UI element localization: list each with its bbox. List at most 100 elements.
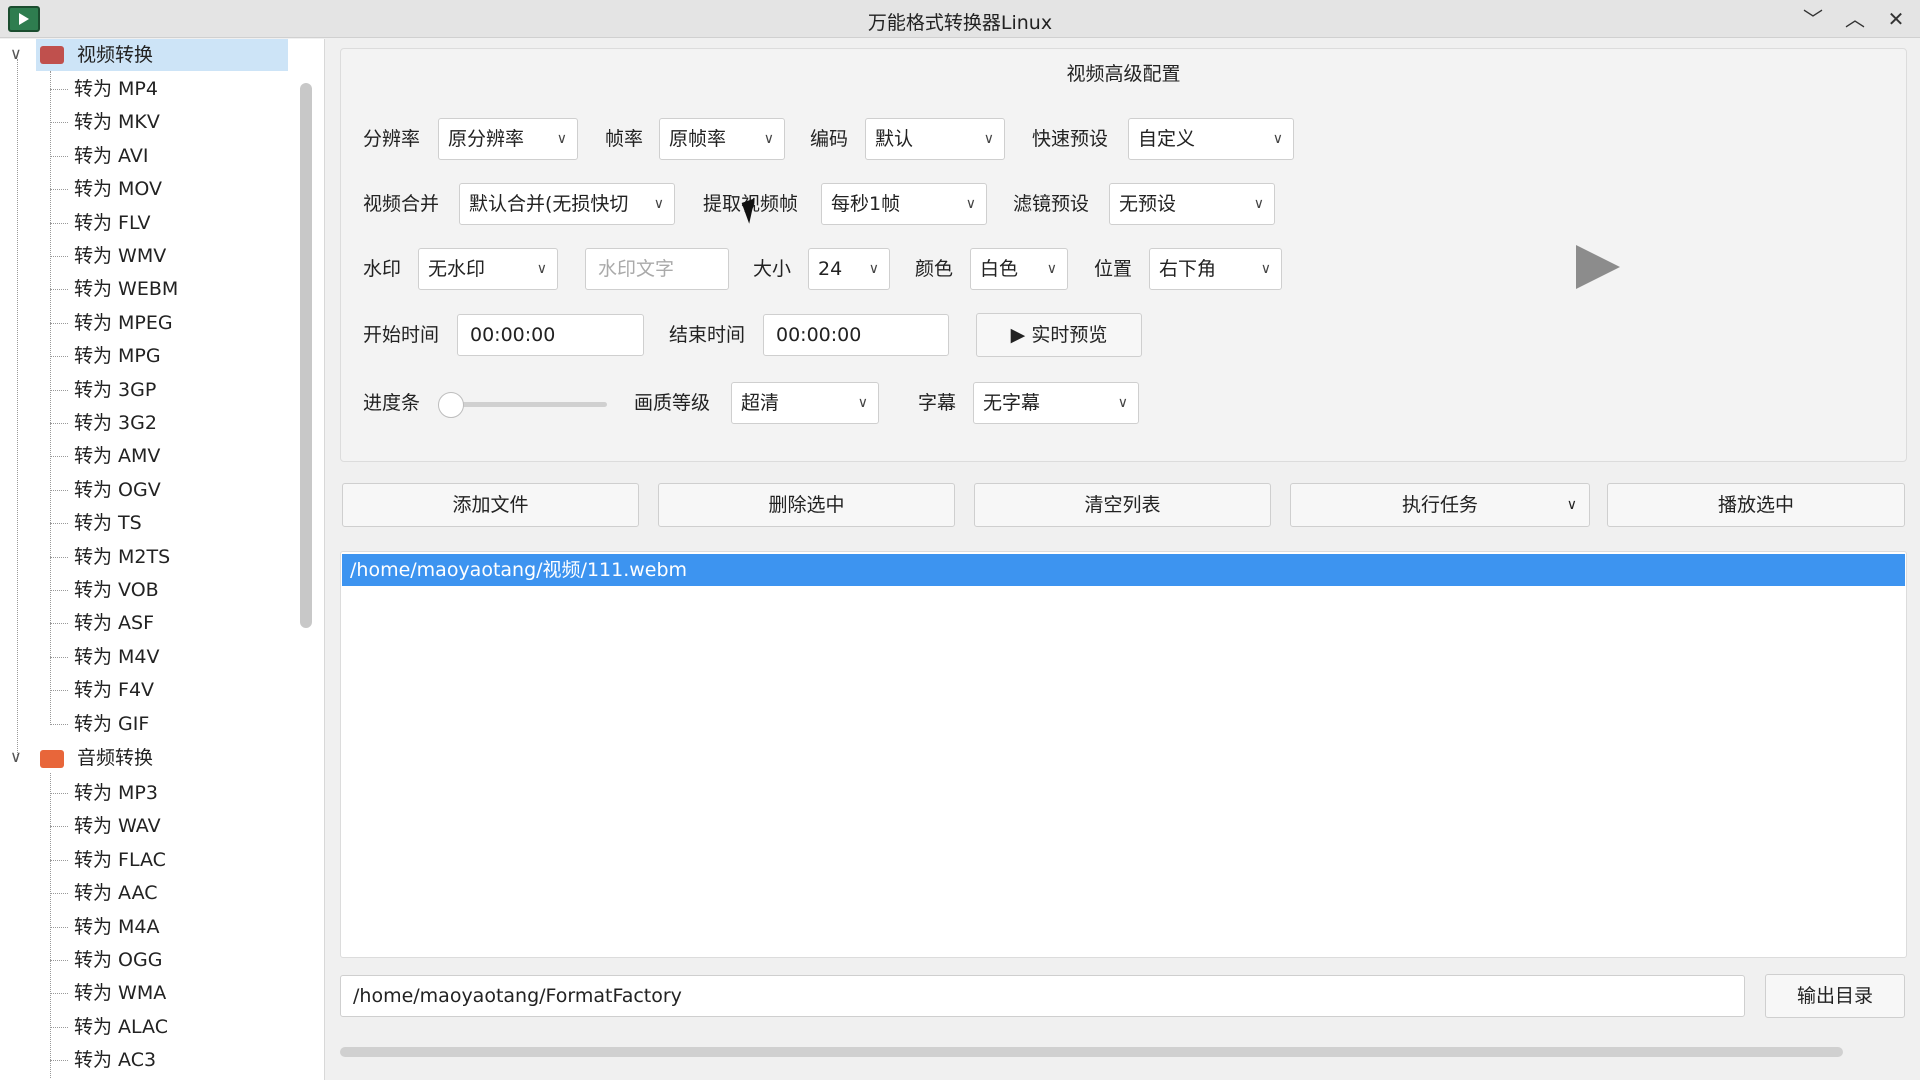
chevron-down-icon[interactable]: ∨ [10, 44, 22, 63]
output-path-input[interactable]: /home/maoyaotang/FormatFactory [340, 975, 1745, 1017]
chevron-down-icon: ∨ [763, 131, 774, 147]
progress-slider[interactable] [445, 402, 607, 407]
live-preview-button[interactable]: ▶ 实时预览 [976, 313, 1142, 357]
tree-line [50, 356, 68, 358]
watermark-text-input[interactable]: 水印文字 [585, 248, 729, 290]
list-item[interactable]: /home/maoyaotang/视频/111.webm [342, 554, 1905, 586]
tree-item-format[interactable]: 转为 WMA [74, 977, 166, 1009]
filter-select[interactable]: 无预设 ∨ [1109, 183, 1275, 225]
merge-select[interactable]: 默认合并(无损快切 ∨ [459, 183, 675, 225]
maximize-icon[interactable]: ︿ [1841, 6, 1869, 32]
file-list[interactable]: /home/maoyaotang/视频/111.webm [340, 551, 1907, 958]
tree-item-format[interactable]: 转为 WAV [74, 810, 161, 842]
video-icon [40, 46, 64, 64]
resolution-select[interactable]: 原分辨率 ∨ [438, 118, 578, 160]
quality-select[interactable]: 超清 ∨ [731, 382, 879, 424]
tree-item-format[interactable]: 转为 MKV [74, 106, 160, 138]
play-icon[interactable] [1576, 245, 1620, 289]
tree-line [50, 690, 68, 692]
codec-value: 默认 [875, 128, 914, 150]
tree-item-format[interactable]: 转为 GIF [74, 708, 149, 740]
tree-item-format[interactable]: 转为 OGG [74, 944, 162, 976]
add-file-button[interactable]: 添加文件 [342, 483, 639, 527]
tree-line [50, 623, 68, 625]
merge-label: 视频合并 [363, 193, 440, 215]
tree-item-format[interactable]: 转为 MPEG [74, 307, 173, 339]
color-select[interactable]: 白色 ∨ [970, 248, 1068, 290]
config-title: 视频高级配置 [1066, 63, 1181, 85]
tree-item-format[interactable]: 转为 MOV [74, 173, 162, 205]
tree-category-audio[interactable]: 音频转换 [77, 742, 153, 774]
subtitle-select[interactable]: 无字幕 ∨ [973, 382, 1139, 424]
tree-item-format[interactable]: 转为 AVI [74, 140, 148, 172]
chevron-down-icon: ∨ [1260, 261, 1271, 277]
tree-item-format[interactable]: 转为 M4A [74, 911, 160, 943]
tree-item-format[interactable]: 转为 WEBM [74, 273, 178, 305]
chevron-down-icon: ∨ [857, 395, 868, 411]
position-select[interactable]: 右下角 ∨ [1149, 248, 1282, 290]
tree-item-format[interactable]: 转为 FLV [74, 207, 150, 239]
position-value: 右下角 [1159, 258, 1217, 280]
filter-value: 无预设 [1119, 193, 1177, 215]
color-label: 颜色 [915, 258, 954, 280]
end-time-input[interactable]: 00:00:00 [763, 314, 949, 356]
close-icon[interactable]: ✕ [1882, 6, 1910, 32]
tree-item-format[interactable]: 转为 MPG [74, 340, 161, 372]
tree-line [50, 89, 68, 90]
chevron-down-icon: ∨ [1117, 395, 1128, 411]
chevron-down-icon: ∨ [868, 261, 879, 277]
tree-item-format[interactable]: 转为 AC3 [74, 1044, 156, 1076]
tree-item-format[interactable]: 转为 3GP [74, 374, 156, 406]
chevron-down-icon[interactable]: ∨ [10, 747, 22, 766]
run-task-button[interactable]: 执行任务 ∨ [1290, 483, 1590, 527]
preset-value: 自定义 [1138, 128, 1196, 150]
output-dir-button[interactable]: 输出目录 [1765, 974, 1905, 1018]
tree-line [50, 256, 68, 257]
filter-label: 滤镜预设 [1013, 193, 1090, 215]
quality-value: 超清 [741, 392, 780, 414]
tree-line [50, 122, 68, 124]
tree-line [50, 556, 68, 558]
preset-select[interactable]: 自定义 ∨ [1128, 118, 1294, 160]
merge-value: 默认合并(无损快切 [469, 193, 629, 215]
chevron-down-icon: ∨ [965, 196, 976, 212]
play-selected-button[interactable]: 播放选中 [1607, 483, 1905, 527]
tree-item-format[interactable]: 转为 3G2 [74, 407, 157, 439]
window-title: 万能格式转换器Linux [867, 12, 1053, 34]
tree-category-video-label: 视频转换 [77, 44, 154, 66]
tree-item-format[interactable]: 转为 AAC [74, 877, 158, 909]
tree-item-format[interactable]: 转为 FLAC [74, 844, 166, 876]
tree-item-format[interactable]: 转为 OGV [74, 474, 161, 506]
watermark-select[interactable]: 无水印 ∨ [418, 248, 558, 290]
tree-line [50, 1026, 68, 1028]
clear-list-button[interactable]: 清空列表 [974, 483, 1271, 527]
tree-item-format[interactable]: 转为 WMV [74, 240, 166, 272]
watermark-value: 无水印 [428, 258, 486, 280]
tree-item-format[interactable]: 转为 MP4 [74, 73, 158, 105]
tree-line [50, 155, 68, 157]
sidebar-scrollbar[interactable] [300, 83, 312, 628]
start-time-input[interactable]: 00:00:00 [457, 314, 644, 356]
tree-item-format[interactable]: 转为 TS [74, 507, 142, 539]
tree-item-format[interactable]: 转为 AMV [74, 440, 160, 472]
slider-handle[interactable] [438, 392, 464, 418]
codec-select[interactable]: 默认 ∨ [865, 118, 1005, 160]
size-select[interactable]: 24 ∨ [808, 248, 890, 290]
tree-item-format[interactable]: 转为 M4V [74, 641, 160, 673]
tree-item-format[interactable]: 转为 F4V [74, 674, 154, 706]
framerate-select[interactable]: 原帧率 ∨ [659, 118, 785, 160]
tree-category-video[interactable] [36, 39, 288, 71]
horizontal-scrollbar[interactable] [340, 1047, 1843, 1057]
minimize-icon[interactable]: ﹀ [1799, 6, 1827, 32]
tree-item-format[interactable]: 转为 ALAC [74, 1011, 168, 1043]
chevron-down-icon: ∨ [1253, 196, 1264, 212]
tree-item-format[interactable]: 转为 ASF [74, 607, 154, 639]
run-task-label: 执行任务 [1401, 494, 1478, 516]
extract-frames-select[interactable]: 每秒1帧 ∨ [821, 183, 987, 225]
tree-item-format[interactable]: 转为 MP3 [74, 777, 158, 809]
framerate-label: 帧率 [605, 128, 644, 150]
tree-item-format[interactable]: 转为 VOB [74, 574, 159, 606]
end-time-label: 结束时间 [669, 324, 746, 346]
tree-item-format[interactable]: 转为 M2TS [74, 541, 170, 573]
delete-selected-button[interactable]: 删除选中 [658, 483, 955, 527]
